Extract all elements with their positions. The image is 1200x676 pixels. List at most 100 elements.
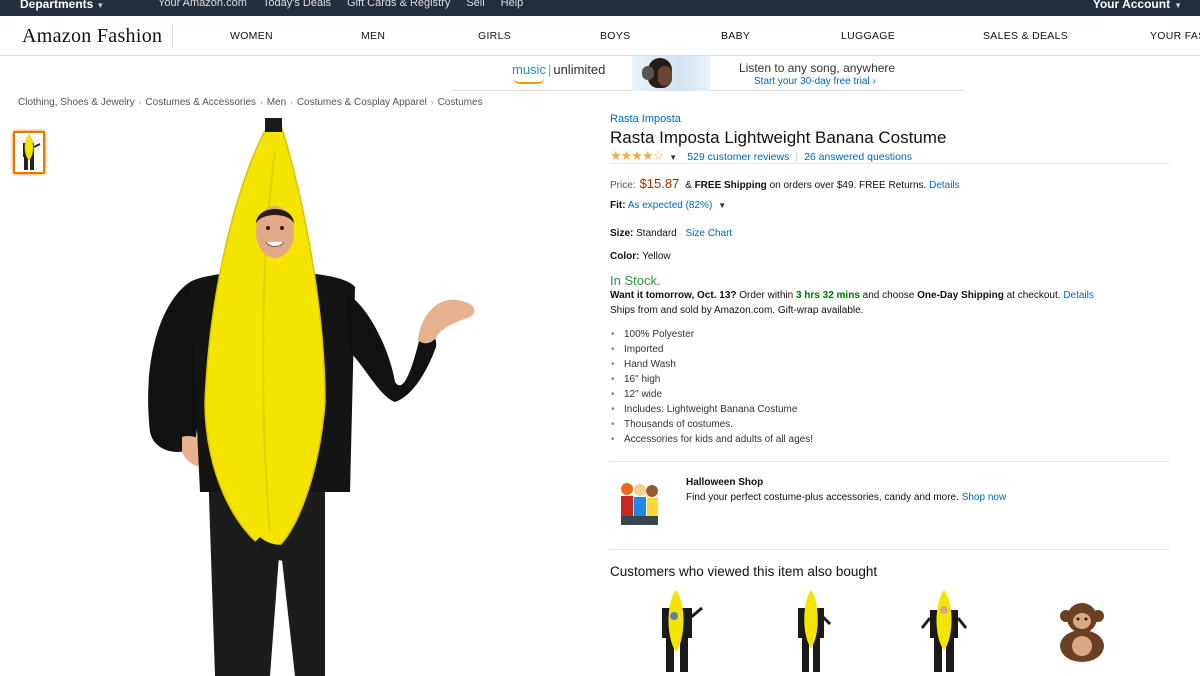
delivery-order: Order within [739, 290, 794, 301]
nav-item-your-fashion[interactable]: YOUR FAS [1150, 30, 1200, 42]
rating-row: ★★★★☆ ▼ 529 customer reviews | 26 answered q… [610, 148, 912, 164]
answered-questions-link[interactable]: 26 answered questions [804, 151, 912, 163]
caret-down-icon[interactable]: ▼ [718, 201, 726, 210]
account-menu[interactable]: Your Account ▼ [1093, 0, 1182, 11]
chevron-right-icon: › [430, 98, 434, 107]
top-link-your-amazon[interactable]: Your Amazon.com [158, 0, 247, 9]
banana-costume-icon [662, 590, 703, 672]
related-product-banana-kid[interactable] [648, 588, 708, 676]
feature-bullet: Includes: Lightweight Banana Costume [610, 402, 813, 417]
fit-label: Fit: [610, 200, 626, 211]
top-link-todays-deals[interactable]: Today's Deals [263, 0, 331, 9]
banana-costume-icon [798, 590, 832, 672]
size-value: Standard [636, 228, 677, 239]
halloween-shop-title: Halloween Shop [686, 477, 764, 488]
customer-reviews-link[interactable]: 529 customer reviews [687, 151, 789, 163]
price-value: $15.87 [639, 176, 680, 191]
feature-bullets: 100% Polyester Imported Hand Wash 16" hi… [610, 327, 813, 447]
breadcrumb-item[interactable]: Costumes & Cosplay Apparel [297, 97, 427, 108]
banner-tagline: Listen to any song, anywhere [739, 61, 896, 75]
size-label: Size: [610, 228, 634, 239]
banana-costume-illustration [148, 118, 475, 676]
rating-dropdown-icon[interactable]: ▼ [669, 153, 677, 162]
product-thumbnail[interactable] [13, 131, 45, 174]
fit-value-link[interactable]: As expected (82%) [628, 200, 713, 211]
also-bought-heading: Customers who viewed this item also boug… [610, 564, 878, 579]
amazon-smile-icon [514, 78, 544, 84]
main-product-image[interactable] [120, 112, 490, 676]
divider [610, 549, 1170, 550]
breadcrumb: Clothing, Shoes & Jewelry › Costumes & Acc… [18, 97, 483, 108]
caret-down-icon: ▼ [1174, 1, 1182, 10]
breadcrumb-item[interactable]: Men [267, 97, 286, 108]
fit-row: Fit: As expected (82%) ▼ [610, 200, 726, 211]
breadcrumb-item[interactable]: Costumes & Accessories [145, 97, 256, 108]
feature-bullet: Thousands of costumes. [610, 417, 813, 432]
top-link-help[interactable]: Help [501, 0, 524, 9]
delivery-choose: and choose [862, 290, 915, 301]
divider: | [795, 151, 799, 163]
music-unlimited-banner[interactable]: music | unlimited Listen to any song, anyw… [452, 56, 964, 91]
delivery-want: Want it tomorrow, Oct. 13? [610, 290, 737, 301]
amazon-fashion-logo[interactable]: Amazon Fashion [22, 25, 162, 48]
divider [610, 461, 1170, 462]
nav-item-girls[interactable]: GIRLS [478, 30, 511, 42]
related-product-banana-adult[interactable] [780, 588, 840, 676]
nav-divider [172, 24, 173, 48]
size-row: Size: Standard Size Chart [610, 228, 732, 239]
related-product-monkey-baby[interactable] [1052, 588, 1112, 676]
shop-now-link[interactable]: Shop now [962, 492, 1006, 503]
size-chart-link[interactable]: Size Chart [686, 228, 733, 239]
price-label: Price: [610, 180, 636, 191]
color-value: Yellow [642, 251, 671, 262]
divider [610, 163, 1170, 164]
delivery-details-link[interactable]: Details [1063, 290, 1094, 301]
headphone-icon [642, 66, 654, 80]
product-title: Rasta Imposta Lightweight Banana Costume [610, 128, 947, 147]
costume-kids-icon [621, 483, 658, 525]
top-link-sell[interactable]: Sell [466, 0, 484, 9]
related-product-banana-child[interactable] [914, 588, 974, 676]
ships-from: Ships from and sold by Amazon.com. Gift-… [610, 305, 864, 316]
departments-menu[interactable]: Departments ▼ [20, 0, 104, 11]
price-row: Price: $15.87 & FREE Shipping on orders o… [610, 176, 960, 191]
color-label: Color: [610, 251, 640, 262]
nav-item-boys[interactable]: BOYS [600, 30, 630, 42]
banner-photo [632, 56, 710, 91]
free-shipping-label: FREE Shipping [694, 180, 767, 191]
unlimited-word: unlimited [553, 62, 606, 77]
departments-label: Departments [20, 0, 94, 11]
nav-item-men[interactable]: MEN [361, 30, 385, 42]
delivery-countdown: 3 hrs 32 mins [795, 290, 860, 301]
shipping-amp: & [685, 180, 692, 191]
nav-item-sales-deals[interactable]: SALES & DEALS [983, 30, 1068, 42]
top-link-gift-cards[interactable]: Gift Cards & Registry [347, 0, 450, 9]
delivery-message: Want it tomorrow, Oct. 13? Order within … [610, 290, 1094, 301]
thumbnail-image [15, 133, 43, 172]
logo-divider: | [547, 62, 552, 77]
breadcrumb-item[interactable]: Clothing, Shoes & Jewelry [18, 97, 135, 108]
nav-item-women[interactable]: WOMEN [230, 30, 273, 42]
top-bar: Departments ▼ Your Amazon.com Today's Dea… [0, 0, 1200, 16]
fashion-nav: Amazon Fashion WOMEN MEN GIRLS BOYS BABY… [0, 16, 1200, 56]
monkey-costume-icon [1060, 603, 1104, 662]
halloween-shop-description: Find your perfect costume-plus accessori… [686, 492, 959, 503]
star-rating-icon[interactable]: ★★★★☆ [610, 148, 664, 163]
account-label: Your Account [1092, 0, 1171, 11]
feature-bullet: 12" wide [610, 387, 813, 402]
feature-bullet: Hand Wash [610, 357, 813, 372]
feature-bullet: Imported [610, 342, 813, 357]
halloween-shop-image[interactable] [618, 481, 660, 527]
shipping-details-link[interactable]: Details [929, 180, 960, 191]
chevron-right-icon: › [260, 98, 263, 107]
music-word: music [512, 62, 546, 77]
brand-link[interactable]: Rasta Imposta [610, 113, 681, 125]
banana-costume-icon [920, 590, 968, 672]
chevron-right-icon: › [290, 98, 293, 107]
free-trial-link[interactable]: Start your 30-day free trial › [754, 76, 876, 87]
nav-item-baby[interactable]: BABY [721, 30, 750, 42]
nav-item-luggage[interactable]: LUGGAGE [841, 30, 895, 42]
top-links: Your Amazon.com Today's Deals Gift Cards… [158, 0, 539, 9]
breadcrumb-item[interactable]: Costumes [438, 97, 483, 108]
chevron-right-icon: › [138, 98, 142, 107]
